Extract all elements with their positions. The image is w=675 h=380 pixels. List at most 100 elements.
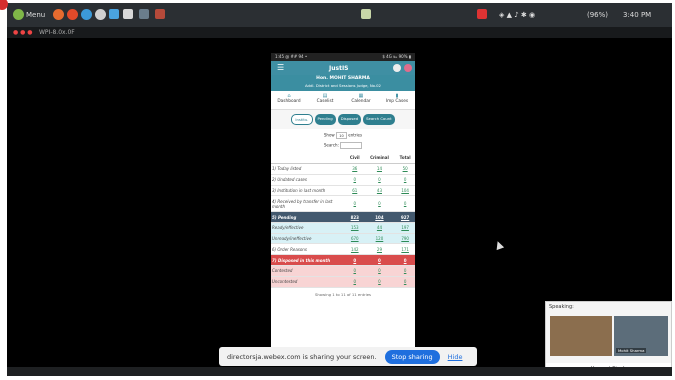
nav-calendar[interactable]: ▦ Calendar [343,91,379,109]
column-header[interactable]: Criminal [363,152,396,164]
criminal-count[interactable]: 0 [363,254,396,267]
civil-count[interactable]: 0 [345,174,364,186]
share-message: directorsja.webex.com is sharing your sc… [227,352,377,361]
criminal-count[interactable]: 14 [363,163,396,175]
table-row: Uncontested 0 0 0 [271,276,415,288]
pill-disposed[interactable]: Disposed [337,114,362,125]
monitor-icon[interactable] [139,9,149,19]
nav-calendar-label: Calendar [351,99,371,104]
civil-count[interactable]: 36 [345,163,364,175]
total-count[interactable]: 0 [395,174,415,186]
criminal-count[interactable]: 29 [363,243,396,256]
civil-count[interactable]: 142 [345,243,364,256]
terminal-icon[interactable] [123,9,133,19]
table-row: Unready/ineffective 670 120 790 [271,233,415,245]
civil-count[interactable]: 153 [345,222,364,234]
criminal-count[interactable]: 120 [363,233,396,245]
criminal-count[interactable]: 104 [363,211,396,223]
total-count[interactable]: 0 [395,276,415,288]
profile-icon[interactable] [393,64,401,72]
row-label: 3) Institution in last month [271,185,346,197]
pill-pending[interactable]: Pending [314,114,336,125]
chrome-icon[interactable] [81,9,92,20]
nav-caselist-label: Caselist [316,99,334,104]
civil-count[interactable]: 0 [345,195,364,213]
window-subbar: ● ● ● WPI-8.0x.0F [7,27,672,38]
filter-pills: Institu. Pending Disposed Search Count [271,110,415,129]
table-row: Ready/effective 153 44 197 [271,222,415,234]
table-row: 5) Pending 823 104 927 [271,211,415,223]
window-dots[interactable]: ● ● ● [13,29,33,36]
user-court: Addl. District and Sessions Judge, No.02 [305,83,381,88]
column-header[interactable]: Civil [345,152,364,164]
files-icon[interactable] [109,9,119,19]
browser-icon[interactable] [53,9,64,20]
speaking-header: Speaking: [549,304,574,310]
menu-logo-icon[interactable] [13,9,24,20]
table-row: 7) Disposed in this month 0 0 0 [271,254,415,267]
table-row: 1) Today listed 36 14 50 [271,163,415,175]
total-count[interactable]: 0 [395,195,415,213]
app-nav: ⌂ Dashboard ▤ Caselist ▦ Calendar ▮ Imp Case… [271,91,415,110]
show-label: Show [323,132,335,138]
criminal-count[interactable]: 0 [363,174,396,186]
nav-dashboard[interactable]: ⌂ Dashboard [271,91,307,109]
app-title: JustIS [329,65,349,72]
total-count[interactable]: 927 [395,211,415,223]
nav-imp-cases-label: Imp Cases [385,99,409,104]
tray-icons[interactable]: ◈ ▲ ♪ ✱ ◉ [499,11,535,19]
entries-select[interactable]: 10 [335,132,347,139]
row-label: Ready/effective [271,222,346,234]
user-bar: Hon. MOHIT SHARMA Addl. District and Ses… [271,75,415,91]
logout-icon[interactable] [404,64,412,72]
nav-imp-cases[interactable]: ▮ Imp Cases [379,91,415,109]
os-taskbar: Menu ◈ ▲ ♪ ✱ ◉ (96%) 3:40 PM [7,3,672,27]
table-row: 3) Institution in last month 61 43 104 [271,185,415,197]
criminal-count[interactable]: 0 [363,195,396,213]
total-count[interactable]: 0 [395,254,415,267]
phone-status-left: 1:45 @ ## 94 • [275,54,308,59]
civil-count[interactable]: 61 [345,185,364,197]
column-header[interactable]: Total [395,152,415,164]
criminal-count[interactable]: 0 [363,276,396,288]
nav-caselist[interactable]: ▤ Caselist [307,91,343,109]
row-label: Uncontested [271,276,346,288]
settings-icon[interactable] [95,9,106,20]
pill-institution[interactable]: Institu. [291,114,313,125]
total-count[interactable]: 197 [395,222,415,234]
total-count[interactable]: 50 [395,163,415,175]
pill-search-count[interactable]: Search Count [363,114,395,125]
total-count[interactable]: 0 [395,265,415,277]
record-icon[interactable] [477,9,487,19]
search-input[interactable] [340,142,363,149]
row-label: 7) Disposed in this month [271,254,346,267]
menu-label[interactable]: Menu [26,11,45,19]
participant-tag: Mohit Sharma [616,348,647,353]
civil-count[interactable]: 823 [345,211,364,223]
total-count[interactable]: 104 [395,185,415,197]
clock[interactable]: 3:40 PM [623,11,651,19]
total-count[interactable]: 790 [395,233,415,245]
total-count[interactable]: 171 [395,243,415,256]
row-label: Contested [271,265,346,277]
criminal-count[interactable]: 0 [363,265,396,277]
civil-count[interactable]: 0 [345,265,364,277]
criminal-count[interactable]: 44 [363,222,396,234]
table-row: Contested 0 0 0 [271,265,415,277]
hamburger-menu-icon[interactable]: ☰ [277,63,284,72]
table-row: 2) Undated cases 0 0 0 [271,174,415,186]
criminal-count[interactable]: 43 [363,185,396,197]
stop-sharing-button[interactable]: Stop sharing [384,349,440,364]
participant-video[interactable] [550,316,612,356]
row-label: Unready/ineffective [271,233,346,245]
civil-count[interactable]: 0 [345,254,364,267]
app-icon[interactable] [155,9,165,19]
hide-link[interactable]: Hide [448,353,463,361]
civil-count[interactable]: 670 [345,233,364,245]
firefox-icon[interactable] [67,9,78,20]
column-header [271,152,346,164]
battery-status[interactable]: (96%) [587,11,608,19]
document-icon[interactable] [361,9,371,19]
showing-entries: Showing 1 to 11 of 11 entries [314,291,372,297]
civil-count[interactable]: 0 [345,276,364,288]
